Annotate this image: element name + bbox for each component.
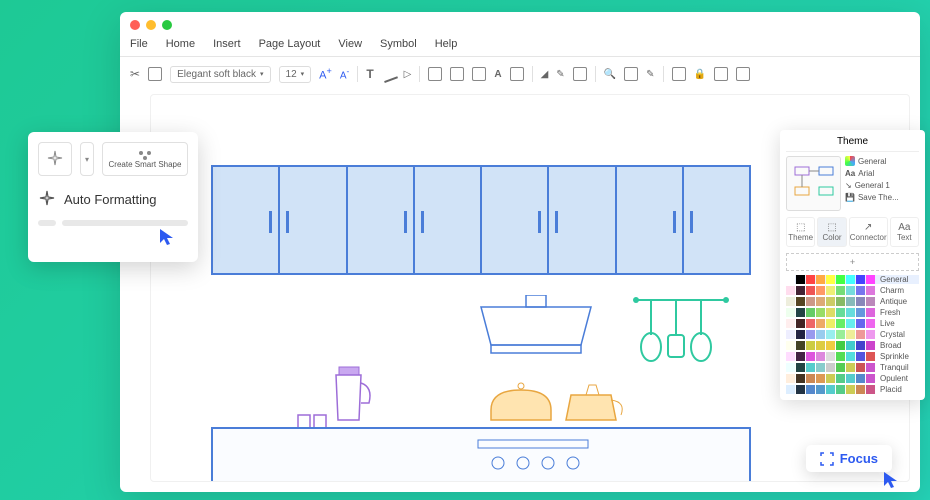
close-window-button[interactable] — [130, 20, 140, 30]
palette-label: Charm — [880, 286, 904, 295]
palette-label: General — [880, 275, 908, 284]
cursor-icon — [882, 470, 902, 490]
clipboard-icon[interactable] — [148, 67, 162, 81]
text-tool-icon[interactable]: T — [366, 67, 373, 81]
theme-opt-save[interactable]: 💾Save The... — [845, 193, 919, 202]
crop-icon[interactable] — [573, 67, 587, 81]
pots-drawing — [481, 380, 631, 430]
font-increase-icon[interactable]: A+ — [319, 66, 332, 82]
eyedropper-icon[interactable]: ✎ — [556, 69, 564, 80]
toolbar: ✂ Elegant soft black▾ 12▾ A+ A- T ▷ A ◢ … — [130, 62, 910, 86]
layout-icon[interactable] — [672, 67, 686, 81]
dropdown-chevron-icon[interactable]: ▾ — [80, 142, 94, 176]
align-icon[interactable] — [472, 67, 486, 81]
fill-icon[interactable]: ◢ — [541, 69, 549, 80]
pointer-icon[interactable]: ▷ — [404, 69, 412, 80]
menu-insert[interactable]: Insert — [213, 38, 241, 50]
table-icon[interactable] — [624, 67, 638, 81]
minimize-window-button[interactable] — [146, 20, 156, 30]
palette-label: Live — [880, 319, 895, 328]
sparkle-icon[interactable] — [38, 142, 72, 176]
palette-row-broad[interactable]: Broad — [786, 341, 919, 350]
add-palette-button[interactable]: + — [786, 253, 919, 271]
menu-symbol[interactable]: Symbol — [380, 38, 417, 50]
menu-bar: File Home Insert Page Layout View Symbol… — [130, 38, 457, 50]
theme-opt-general[interactable]: General — [845, 156, 919, 166]
palette-label: Tranquil — [880, 363, 909, 372]
sparkle-icon — [38, 190, 56, 208]
maximize-window-button[interactable] — [162, 20, 172, 30]
palette-row-charm[interactable]: Charm — [786, 286, 919, 295]
theme-opt-connector[interactable]: ↘General 1 — [845, 181, 919, 190]
font-select[interactable]: Elegant soft black▾ — [170, 66, 270, 83]
tab-theme[interactable]: ⬚Theme — [786, 217, 815, 247]
palette-label: Opulent — [880, 374, 908, 383]
font-decrease-icon[interactable]: A- — [340, 66, 349, 81]
connector-icon[interactable] — [380, 65, 398, 83]
focus-button[interactable]: Focus — [806, 445, 892, 472]
search-icon[interactable]: 🔍 — [604, 69, 616, 80]
tab-connector[interactable]: ↗Connector — [849, 217, 888, 247]
theme-panel: Theme General AaArial ↘General 1 💾Save T… — [780, 130, 925, 400]
palette-row-sprinkle[interactable]: Sprinkle — [786, 352, 919, 361]
focus-frame-icon — [820, 452, 834, 466]
lock-icon[interactable]: 🔒 — [694, 69, 706, 80]
menu-page-layout[interactable]: Page Layout — [259, 38, 321, 50]
palette-row-general[interactable]: General — [786, 275, 919, 284]
menu-home[interactable]: Home — [166, 38, 195, 50]
palette-row-fresh[interactable]: Fresh — [786, 308, 919, 317]
group-icon[interactable] — [450, 67, 464, 81]
grid-icon[interactable] — [714, 67, 728, 81]
kitchen-counter-drawing — [211, 427, 751, 482]
text-style-icon[interactable]: A — [494, 69, 501, 80]
palette-row-tranquil[interactable]: Tranquil — [786, 363, 919, 372]
palette-row-opulent[interactable]: Opulent — [786, 374, 919, 383]
tab-color[interactable]: ⬚Color — [817, 217, 846, 247]
cut-icon[interactable]: ✂ — [130, 67, 140, 81]
tab-text[interactable]: AaText — [890, 217, 919, 247]
menu-help[interactable]: Help — [435, 38, 458, 50]
palette-row-live[interactable]: Live — [786, 319, 919, 328]
utensils-drawing — [631, 295, 731, 375]
progress-skeleton — [38, 220, 188, 226]
palette-row-antique[interactable]: Antique — [786, 297, 919, 306]
menu-file[interactable]: File — [130, 38, 148, 50]
cursor-icon — [158, 227, 178, 247]
traffic-lights — [130, 20, 172, 30]
theme-opt-font[interactable]: AaArial — [845, 169, 919, 178]
size-select[interactable]: 12▾ — [279, 66, 312, 83]
menu-view[interactable]: View — [338, 38, 362, 50]
palette-label: Fresh — [880, 308, 900, 317]
expand-icon[interactable] — [736, 67, 750, 81]
kitchen-cabinets-drawing — [211, 165, 751, 275]
create-smart-shape-button[interactable]: Create Smart Shape — [102, 142, 188, 176]
color-palette-list: General Charm Antique Fresh Live Crystal Broad… — [786, 275, 919, 394]
layer-icon[interactable] — [428, 67, 442, 81]
palette-label: Placid — [880, 385, 902, 394]
swap-icon[interactable] — [510, 67, 524, 81]
range-hood-drawing — [471, 295, 601, 355]
auto-format-popup: ▾ Create Smart Shape Auto Formatting — [28, 132, 198, 262]
palette-row-crystal[interactable]: Crystal — [786, 330, 919, 339]
palette-label: Sprinkle — [880, 352, 909, 361]
brush-icon[interactable]: ✎ — [646, 69, 654, 80]
palette-label: Antique — [880, 297, 907, 306]
palette-label: Broad — [880, 341, 901, 350]
palette-label: Crystal — [880, 330, 905, 339]
theme-preview[interactable] — [786, 156, 841, 211]
auto-formatting-label: Auto Formatting — [64, 192, 157, 207]
theme-panel-title: Theme — [786, 136, 919, 152]
palette-row-placid[interactable]: Placid — [786, 385, 919, 394]
